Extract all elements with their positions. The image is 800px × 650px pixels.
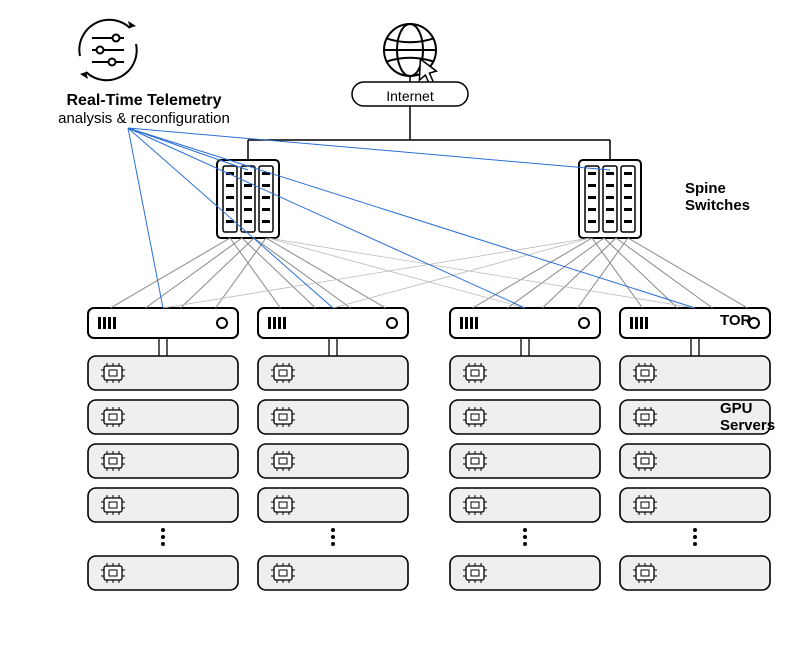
tor-switch <box>258 308 408 338</box>
telemetry-icon <box>79 20 136 80</box>
gpu-server <box>88 356 238 390</box>
gpu-server <box>88 556 238 590</box>
gpu-server <box>450 556 600 590</box>
spine-switch <box>217 160 279 238</box>
ellipsis-dot <box>161 528 165 532</box>
ellipsis-dot <box>523 528 527 532</box>
spine-label: SpineSwitches <box>685 180 750 214</box>
internet-label: Internet <box>370 88 450 104</box>
globe-icon <box>384 24 436 84</box>
gpu-server <box>450 488 600 522</box>
tor-switch <box>88 308 238 338</box>
ellipsis-dot <box>331 535 335 539</box>
ellipsis-dot <box>161 542 165 546</box>
ellipsis-dot <box>331 528 335 532</box>
gpu-server <box>620 488 770 522</box>
gpu-server <box>258 488 408 522</box>
telemetry-subtitle: analysis & reconfiguration <box>44 110 244 127</box>
gpu-server <box>450 400 600 434</box>
spine-switch <box>579 160 641 238</box>
gpu-server <box>258 356 408 390</box>
ellipsis-dot <box>161 535 165 539</box>
ellipsis-dot <box>523 542 527 546</box>
tor-switch <box>450 308 600 338</box>
ellipsis-dot <box>693 528 697 532</box>
tor-label: TOR <box>720 312 751 329</box>
gpu-server <box>450 356 600 390</box>
gpu-label: GPUServers <box>720 400 775 434</box>
ellipsis-dot <box>331 542 335 546</box>
telemetry-title: Real-Time Telemetry <box>44 92 244 110</box>
ellipsis-dot <box>523 535 527 539</box>
gpu-server <box>88 444 238 478</box>
ellipsis-dot <box>693 535 697 539</box>
gpu-server <box>258 400 408 434</box>
gpu-server <box>620 556 770 590</box>
gpu-server <box>620 444 770 478</box>
ellipsis-dot <box>693 542 697 546</box>
gpu-server <box>88 488 238 522</box>
gpu-server <box>620 356 770 390</box>
telemetry-title-block: Real-Time Telemetry analysis & reconfigu… <box>44 92 244 127</box>
gpu-server <box>450 444 600 478</box>
gpu-server <box>88 400 238 434</box>
gpu-server <box>258 444 408 478</box>
gpu-server <box>258 556 408 590</box>
